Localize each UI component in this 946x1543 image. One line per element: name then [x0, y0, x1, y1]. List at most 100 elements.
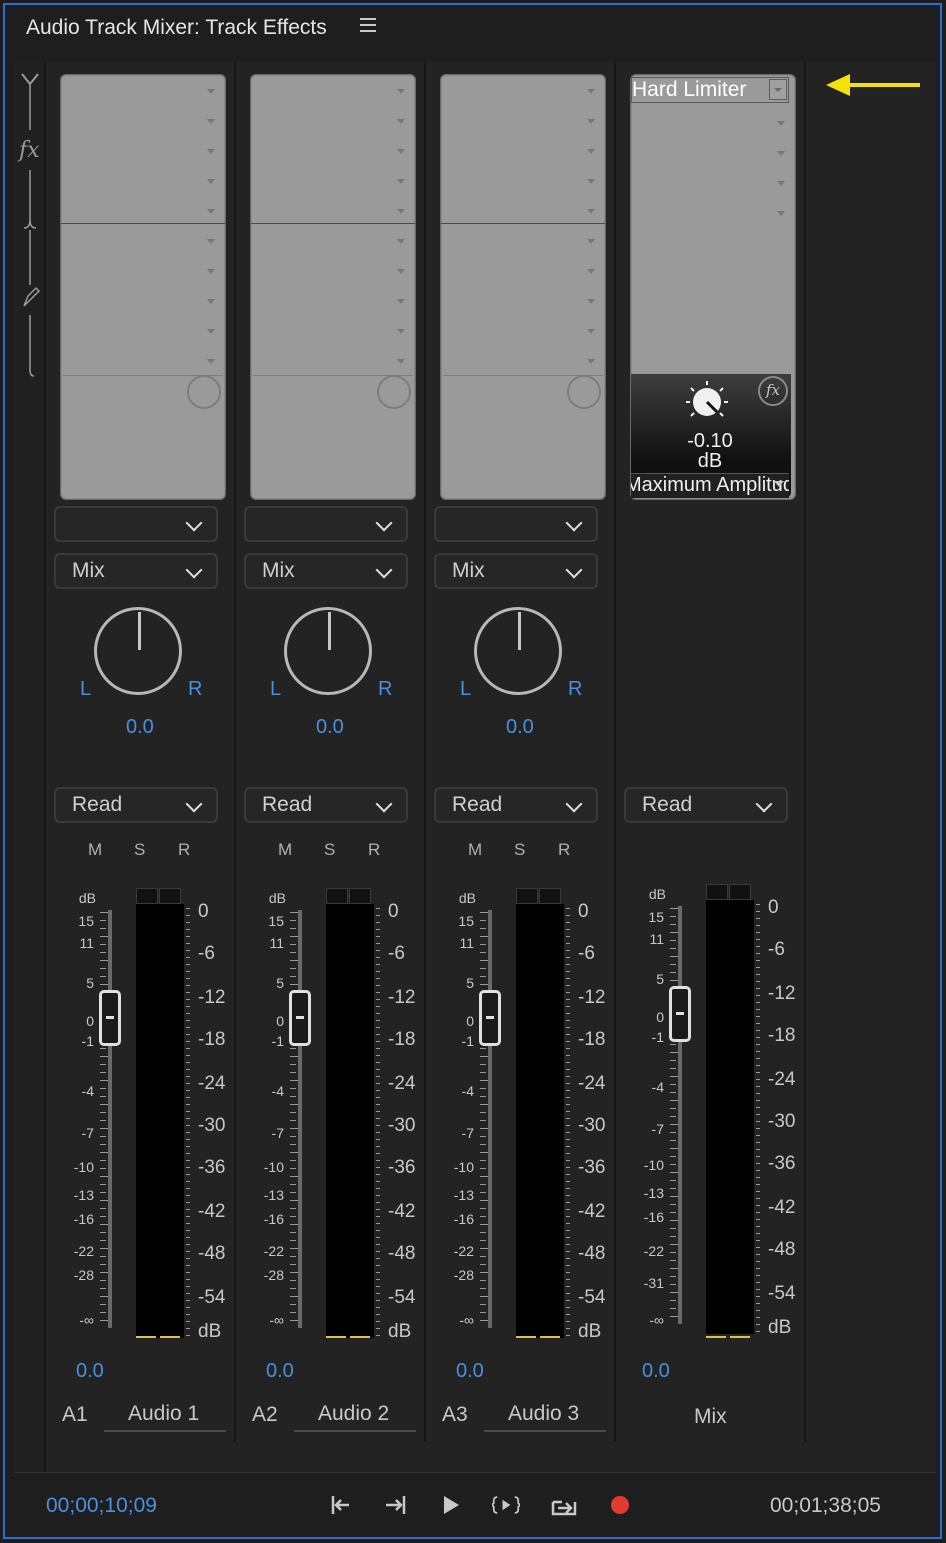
- effect-slot-arrow-icon[interactable]: [587, 179, 595, 184]
- effect-parameter-name[interactable]: Maximum Amplitude: [631, 474, 789, 497]
- volume-fader-handle[interactable]: [479, 990, 501, 1046]
- solo-button-a3[interactable]: S: [514, 840, 525, 860]
- pan-knob-a3[interactable]: [474, 607, 562, 695]
- send-level-knob[interactable]: [567, 375, 601, 409]
- volume-fader-handle[interactable]: [669, 986, 691, 1042]
- go-to-in-icon[interactable]: [327, 1492, 355, 1518]
- effect-slot-arrow-icon[interactable]: [207, 179, 215, 184]
- effect-slot-arrow-icon[interactable]: [207, 359, 215, 364]
- effect-slot-arrow-icon[interactable]: [207, 149, 215, 154]
- peak-indicator-right[interactable]: [159, 888, 181, 904]
- pan-value-a2[interactable]: 0.0: [316, 716, 344, 739]
- effect-slot-arrow-icon[interactable]: [587, 269, 595, 274]
- solo-button-a2[interactable]: S: [324, 840, 335, 860]
- chevron-down-icon[interactable]: [772, 478, 786, 490]
- send-dropdown-a2[interactable]: [244, 506, 408, 542]
- output-route-dropdown-a3[interactable]: Mix: [434, 553, 598, 589]
- effect-slot-arrow-icon[interactable]: [207, 329, 215, 334]
- send-level-knob[interactable]: [377, 375, 411, 409]
- effect-slot-arrow-icon[interactable]: [587, 329, 595, 334]
- automation-mode-dropdown-a2[interactable]: Read: [244, 787, 408, 823]
- effect-slot-arrow-icon[interactable]: [587, 239, 595, 244]
- effect-slot-arrow-icon[interactable]: [397, 179, 405, 184]
- play-icon[interactable]: [437, 1492, 465, 1518]
- effect-slot-arrow-icon[interactable]: [397, 239, 405, 244]
- effect-slot-arrow-icon[interactable]: [777, 151, 785, 156]
- volume-value-mix[interactable]: 0.0: [642, 1360, 670, 1383]
- effect-slot-arrow-icon[interactable]: [777, 181, 785, 186]
- effect-dropdown-button[interactable]: [769, 79, 787, 100]
- automation-mode-dropdown-a3[interactable]: Read: [434, 787, 598, 823]
- peak-indicator-left[interactable]: [326, 888, 348, 904]
- send-level-knob[interactable]: [187, 375, 221, 409]
- effect-slot-arrow-icon[interactable]: [777, 121, 785, 126]
- meter-scale-tick: [376, 1286, 380, 1287]
- record-enable-button-a2[interactable]: R: [368, 840, 380, 860]
- mute-button-a3[interactable]: M: [468, 840, 482, 860]
- effects-slots-a1[interactable]: [60, 74, 226, 500]
- panel-menu-icon[interactable]: [360, 18, 376, 32]
- play-in-to-out-icon[interactable]: [492, 1492, 520, 1518]
- effect-slot-arrow-icon[interactable]: [587, 209, 595, 214]
- effect-slot-arrow-icon[interactable]: [207, 209, 215, 214]
- solo-button-a1[interactable]: S: [134, 840, 145, 860]
- effect-parameter-knob[interactable]: [685, 380, 729, 422]
- fx-bypass-icon[interactable]: fx: [758, 376, 788, 406]
- effects-slots-a2[interactable]: [250, 74, 416, 500]
- track-name-a3[interactable]: Audio 3: [508, 1402, 579, 1426]
- go-to-out-icon[interactable]: [382, 1492, 410, 1518]
- peak-indicator-right[interactable]: [539, 888, 561, 904]
- pan-knob-a2[interactable]: [284, 607, 372, 695]
- effects-slots-a3[interactable]: [440, 74, 606, 500]
- track-name-a1[interactable]: Audio 1: [128, 1402, 199, 1426]
- effect-slot-arrow-icon[interactable]: [397, 149, 405, 154]
- volume-value-a3[interactable]: 0.0: [456, 1360, 484, 1383]
- track-name-a2[interactable]: Audio 2: [318, 1402, 389, 1426]
- output-route-dropdown-a1[interactable]: Mix: [54, 553, 218, 589]
- peak-indicator-left[interactable]: [136, 888, 158, 904]
- effect-slot-arrow-icon[interactable]: [397, 89, 405, 94]
- automation-mode-dropdown-a1[interactable]: Read: [54, 787, 218, 823]
- effect-slot-arrow-icon[interactable]: [587, 119, 595, 124]
- effect-slot-arrow-icon[interactable]: [207, 119, 215, 124]
- pan-knob-a1[interactable]: [94, 607, 182, 695]
- effect-slot-arrow-icon[interactable]: [207, 89, 215, 94]
- mute-button-a2[interactable]: M: [278, 840, 292, 860]
- peak-indicator-right[interactable]: [349, 888, 371, 904]
- pan-value-a3[interactable]: 0.0: [506, 716, 534, 739]
- effect-slot-arrow-icon[interactable]: [587, 149, 595, 154]
- record-enable-button-a3[interactable]: R: [558, 840, 570, 860]
- effect-slot-arrow-icon[interactable]: [397, 119, 405, 124]
- record-button[interactable]: [611, 1496, 629, 1514]
- effect-slot-arrow-icon[interactable]: [207, 299, 215, 304]
- automation-mode-dropdown-mix[interactable]: Read: [624, 787, 788, 823]
- effect-slot-arrow-icon[interactable]: [587, 89, 595, 94]
- playhead-timecode[interactable]: 00;00;10;09: [46, 1494, 157, 1518]
- mute-button-a1[interactable]: M: [88, 840, 102, 860]
- peak-indicator-left[interactable]: [706, 884, 728, 900]
- loop-icon[interactable]: [550, 1492, 578, 1518]
- volume-value-a1[interactable]: 0.0: [76, 1360, 104, 1383]
- peak-indicator-right[interactable]: [729, 884, 751, 900]
- record-enable-button-a1[interactable]: R: [178, 840, 190, 860]
- effect-slot-arrow-icon[interactable]: [397, 359, 405, 364]
- rail-collapse-icon[interactable]: [18, 70, 44, 380]
- output-route-dropdown-a2[interactable]: Mix: [244, 553, 408, 589]
- effect-slot-arrow-icon[interactable]: [207, 269, 215, 274]
- volume-fader-handle[interactable]: [289, 990, 311, 1046]
- effect-slot-arrow-icon[interactable]: [587, 299, 595, 304]
- effect-slot-arrow-icon[interactable]: [397, 329, 405, 334]
- volume-value-a2[interactable]: 0.0: [266, 1360, 294, 1383]
- send-dropdown-a1[interactable]: [54, 506, 218, 542]
- pan-value-a1[interactable]: 0.0: [126, 716, 154, 739]
- effect-slot-arrow-icon[interactable]: [207, 239, 215, 244]
- effect-slot-arrow-icon[interactable]: [397, 299, 405, 304]
- effect-slot-arrow-icon[interactable]: [777, 211, 785, 216]
- volume-fader-handle[interactable]: [99, 990, 121, 1046]
- send-dropdown-a3[interactable]: [434, 506, 598, 542]
- effect-slot-arrow-icon[interactable]: [587, 359, 595, 364]
- effect-name[interactable]: Hard Limiter: [632, 78, 746, 102]
- peak-indicator-left[interactable]: [516, 888, 538, 904]
- effect-slot-arrow-icon[interactable]: [397, 209, 405, 214]
- effect-slot-arrow-icon[interactable]: [397, 269, 405, 274]
